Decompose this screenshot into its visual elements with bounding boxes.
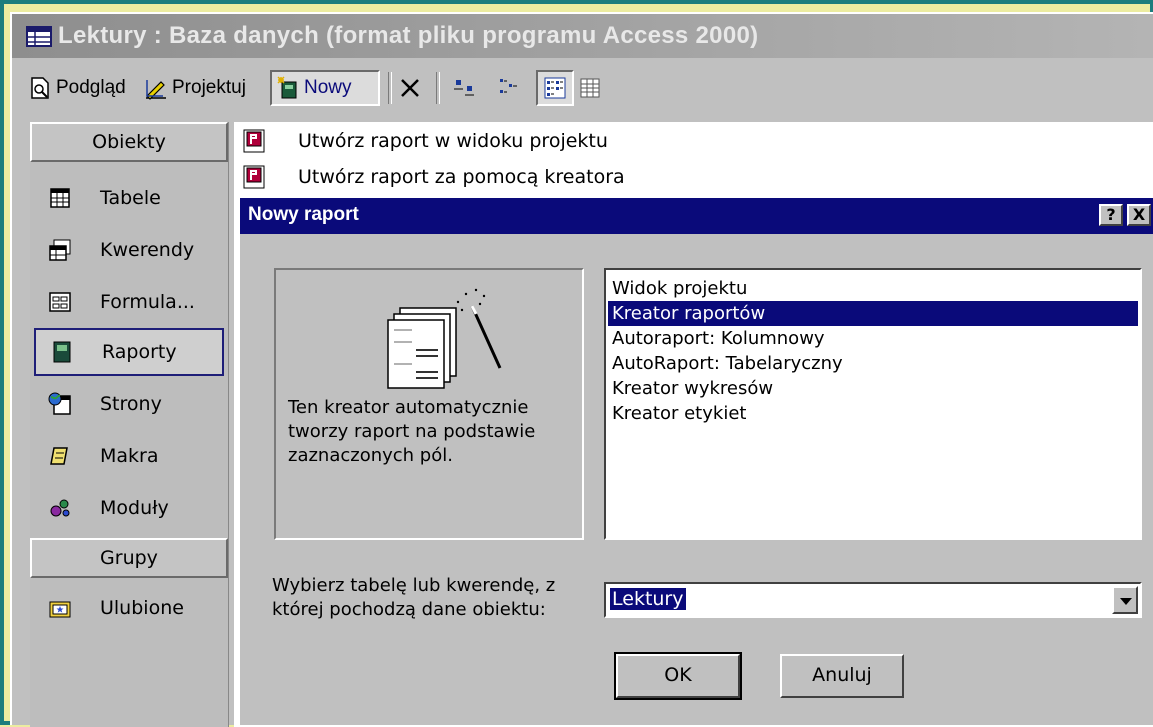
groups-header[interactable]: Grupy [30,538,228,578]
sidebar-item-modules[interactable]: Moduły [30,484,228,532]
sidebar-item-label: Raporty [102,341,177,363]
help-button[interactable]: ? [1099,204,1123,226]
sidebar-item-tables[interactable]: Tabele [30,174,228,222]
dialog-title-bar[interactable]: Nowy raport ? X [240,198,1153,234]
delete-button[interactable] [398,70,428,106]
details-view-button[interactable] [578,70,608,106]
toolbar: Podgląd Projektuj Nowy [12,64,1153,112]
title-bar[interactable]: Lektury : Baza danych (format pliku prog… [12,14,1153,58]
sidebar-item-pages[interactable]: Strony [30,380,228,428]
delete-icon [401,79,419,97]
query-icon [49,239,71,261]
source-value[interactable]: Lektury [610,588,686,610]
sidebar-item-label: Ulubione [100,597,184,619]
sidebar-item-label: Kwerendy [100,239,195,261]
report-wizard-illustration-icon [387,288,502,389]
new-report-wizard-icon [243,165,265,189]
preview-label: Podgląd [56,77,126,98]
favorites-icon [49,601,71,618]
window-title: Lektury : Baza danych (format pliku prog… [58,22,759,49]
objects-bar: Obiekty Tabele Kwerendy Formula... Rapor… [30,122,229,727]
sidebar-item-favorites[interactable]: Ulubione [30,584,228,632]
small-icons-icon [500,79,517,93]
sidebar-item-forms[interactable]: Formula... [30,278,228,326]
list-option[interactable]: AutoRaport: Tabelaryczny [608,351,1138,376]
large-icons-icon [454,80,474,96]
wizard-preview-panel: Ten kreator automatycznie tworzy raport … [274,268,584,540]
sidebar-item-label: Strony [100,393,162,415]
new-button[interactable]: Nowy [270,70,380,106]
sidebar-item-reports[interactable]: Raporty [34,328,224,376]
list-option-selected[interactable]: Kreator raportów [608,301,1138,326]
list-item-label: Utwórz raport za pomocą kreatora [298,166,625,188]
sidebar-item-label: Moduły [100,497,169,519]
list-option[interactable]: Kreator etykiet [608,401,1138,426]
sidebar-item-label: Tabele [100,187,161,209]
design-label: Projektuj [172,77,246,98]
preview-button[interactable]: Podgląd [28,70,126,106]
list-item[interactable]: Utwórz raport za pomocą kreatora [242,162,625,192]
list-item[interactable]: Utwórz raport w widoku projektu [242,126,608,156]
toolbar-separator [436,72,440,104]
large-icons-button[interactable] [452,70,482,106]
module-icon [50,499,70,517]
cancel-button[interactable]: Anuluj [780,654,904,698]
list-option[interactable]: Widok projektu [608,276,1138,301]
preview-icon [31,77,49,99]
new-report-dialog: Nowy raport ? X Ten kreator automatyczni… [238,196,1153,725]
chevron-down-icon[interactable] [1112,586,1138,614]
source-combobox[interactable]: Lektury [604,582,1142,618]
source-label: Wybierz tabelę lub kwerendę, z której po… [272,575,556,620]
objects-header[interactable]: Obiekty [30,122,228,162]
dialog-title: Nowy raport [248,204,359,225]
sidebar-item-label: Makra [100,445,159,467]
list-item-label: Utwórz raport w widoku projektu [298,130,608,152]
new-report-design-icon [243,129,265,153]
table-icon [50,188,70,208]
sidebar-item-queries[interactable]: Kwerendy [30,226,228,274]
report-type-list[interactable]: Widok projektu Kreator raportów Autorapo… [604,268,1142,540]
close-button[interactable]: X [1127,204,1151,226]
design-icon [146,80,166,100]
list-view-icon [544,77,566,99]
sidebar-item-label: Formula... [100,291,195,313]
report-icon [53,341,71,363]
new-label: Nowy [304,77,352,98]
design-button[interactable]: Projektuj [144,70,246,106]
macro-icon [50,447,68,465]
list-option[interactable]: Autoraport: Kolumnowy [608,326,1138,351]
form-icon [49,292,71,312]
list-view-button[interactable] [536,70,574,106]
sidebar-item-macros[interactable]: Makra [30,432,228,480]
ok-button[interactable]: OK [614,652,742,700]
wizard-description: Ten kreator automatycznie tworzy raport … [288,397,536,466]
new-object-icon [277,76,297,99]
small-icons-button[interactable] [496,70,526,106]
list-option[interactable]: Kreator wykresów [608,376,1138,401]
database-window-icon [26,26,52,47]
toolbar-separator [388,72,392,104]
page-icon [48,392,71,415]
details-view-icon [580,78,600,98]
